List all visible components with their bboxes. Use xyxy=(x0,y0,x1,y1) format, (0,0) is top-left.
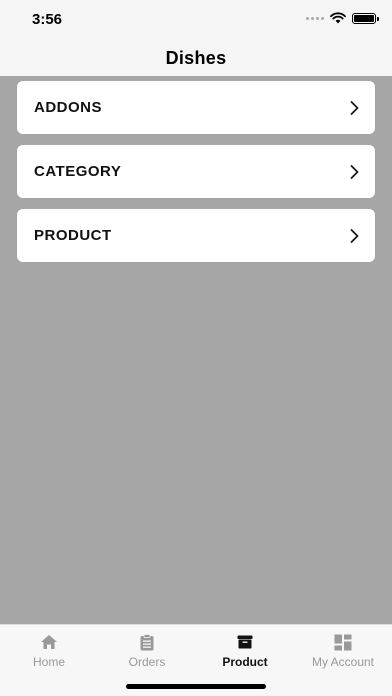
page-title: Dishes xyxy=(165,47,227,68)
tab-label: Product xyxy=(222,655,268,669)
status-icons xyxy=(306,12,379,24)
home-icon xyxy=(41,635,57,649)
tab-my-account[interactable]: My Account xyxy=(294,633,392,669)
tab-home[interactable]: Home xyxy=(0,633,98,669)
tab-product[interactable]: Product xyxy=(196,633,294,669)
menu-item-label: PRODUCT xyxy=(34,227,112,244)
menu-item-label: CATEGORY xyxy=(34,163,122,180)
cellular-signal-icon xyxy=(306,16,324,20)
menu-item-addons[interactable]: ADDONS xyxy=(17,81,375,134)
wifi-icon xyxy=(330,12,346,24)
chevron-right-icon xyxy=(350,164,359,179)
tab-label: Home xyxy=(32,655,65,669)
menu-list: ADDONS CATEGORY PRODUCT xyxy=(17,81,375,273)
menu-item-product[interactable]: PRODUCT xyxy=(17,209,375,262)
battery-icon xyxy=(352,12,379,24)
chevron-right-icon xyxy=(350,228,359,243)
tab-label: My Account xyxy=(311,655,375,669)
navigation-bar: Dishes xyxy=(0,40,392,76)
tab-orders[interactable]: Orders xyxy=(98,633,196,669)
home-indicator[interactable] xyxy=(126,684,266,689)
chevron-right-icon xyxy=(350,100,359,115)
archive-box-icon xyxy=(237,635,253,649)
dashboard-grid-icon xyxy=(334,634,352,650)
tab-label: Orders xyxy=(128,655,166,669)
menu-item-label: ADDONS xyxy=(34,99,103,116)
clipboard-icon xyxy=(140,633,154,650)
status-bar: 3:56 xyxy=(0,0,392,40)
status-time: 3:56 xyxy=(32,11,63,28)
menu-item-category[interactable]: CATEGORY xyxy=(17,145,375,198)
